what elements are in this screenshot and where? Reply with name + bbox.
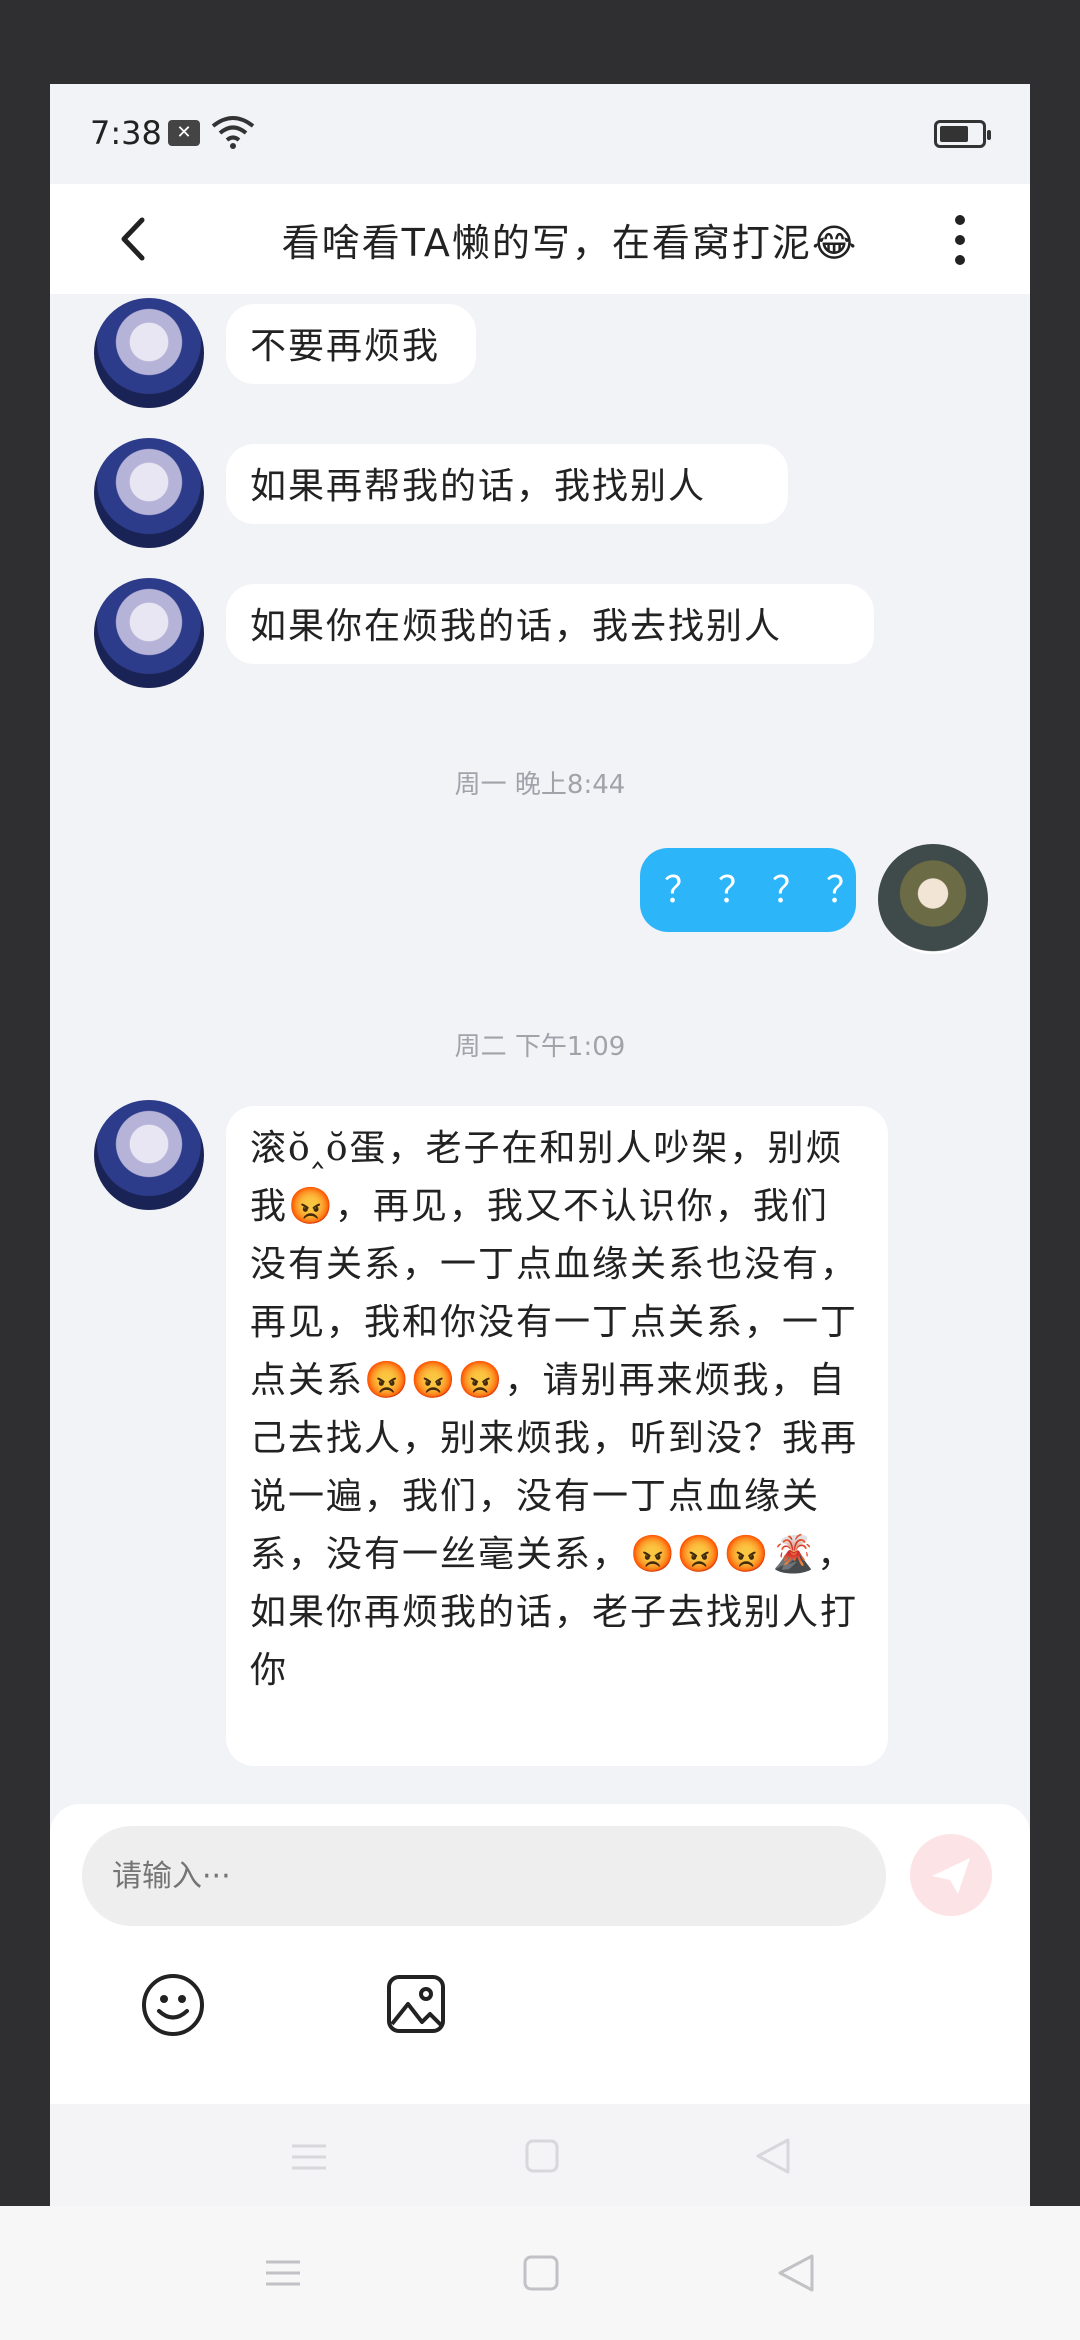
smiley-icon[interactable]: [140, 1972, 206, 2038]
contact-avatar[interactable]: [94, 1100, 204, 1210]
app-navigation-bar: [50, 2104, 1030, 2206]
send-icon: [932, 1858, 970, 1894]
message-timestamp: 周二 下午1:09: [454, 1032, 626, 1062]
menu-icon[interactable]: [264, 2258, 302, 2288]
my-avatar[interactable]: [878, 844, 988, 954]
back-triangle-icon[interactable]: [754, 2136, 792, 2176]
message-input[interactable]: [82, 1826, 886, 1926]
message-bubble[interactable]: 如果你在烦我的话，我去找别人: [226, 584, 874, 664]
more-vertical-icon[interactable]: [950, 212, 970, 268]
contact-avatar[interactable]: [94, 438, 204, 548]
message-bubble[interactable]: 滚ŏ‸ŏ蛋，老子在和别人吵架，别烦我😡，再见，我又不认识你，我们没有关系，一丁点…: [226, 1106, 888, 1766]
phone-screen: 7:38 ✕ 看啥看TA懒的写，在看窝打泥😂 不要再烦我 如果再帮我的话，我找别…: [50, 84, 1030, 2206]
message-bubble[interactable]: 如果再帮我的话，我找别人: [226, 444, 788, 524]
my-message-bubble[interactable]: ？？？？: [640, 848, 862, 932]
chevron-left-icon[interactable]: [110, 214, 160, 264]
message-timestamp: 周一 晚上8:44: [454, 770, 626, 800]
send-button[interactable]: [910, 1834, 992, 1916]
menu-icon[interactable]: [290, 2142, 328, 2172]
battery-icon: [934, 120, 991, 148]
home-square-icon[interactable]: [524, 2138, 560, 2174]
contact-avatar[interactable]: [94, 578, 204, 688]
message-list[interactable]: 不要再烦我 如果再帮我的话，我找别人 如果你在烦我的话，我去找别人 周一 晚上8…: [50, 294, 1030, 1804]
image-icon[interactable]: [384, 1972, 448, 2036]
home-square-icon[interactable]: [522, 2254, 560, 2292]
composer: [50, 1804, 1030, 2104]
system-navigation-bar: [0, 2206, 1080, 2340]
sim-card-icon: ✕: [168, 120, 200, 146]
wifi-icon: [211, 116, 255, 149]
message-bubble[interactable]: 不要再烦我: [226, 304, 476, 384]
back-triangle-icon[interactable]: [776, 2252, 816, 2294]
status-bar: 7:38 ✕: [50, 84, 1030, 184]
contact-avatar[interactable]: [94, 298, 204, 408]
chat-title: 看啥看TA懒的写，在看窝打泥😂: [281, 221, 859, 265]
status-time: 7:38: [90, 114, 162, 152]
chat-header: 看啥看TA懒的写，在看窝打泥😂: [50, 184, 1030, 294]
